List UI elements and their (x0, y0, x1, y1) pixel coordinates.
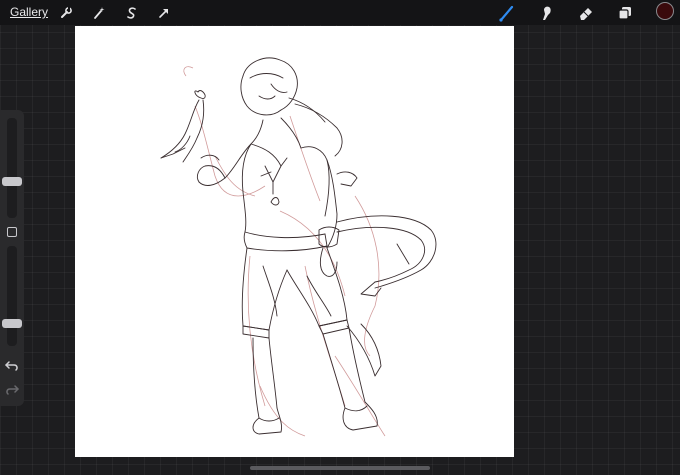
sketch-artwork (160, 57, 437, 437)
eraser-icon[interactable] (576, 3, 596, 23)
magic-wand-icon[interactable] (89, 3, 109, 23)
wrench-icon[interactable] (56, 3, 76, 23)
left-sidebar (0, 110, 24, 406)
smudge-icon[interactable] (536, 3, 556, 23)
brush-size-handle[interactable] (2, 177, 22, 187)
home-indicator (250, 466, 430, 470)
undo-icon[interactable] (4, 359, 20, 373)
redo-icon[interactable] (4, 383, 20, 397)
layers-icon[interactable] (615, 3, 635, 23)
opacity-slider[interactable] (7, 246, 17, 346)
drawing-canvas[interactable] (75, 26, 514, 457)
square-modify-icon[interactable] (7, 227, 17, 237)
arrow-cursor-icon[interactable] (154, 3, 174, 23)
color-picker-swatch[interactable] (656, 2, 674, 20)
procreate-app: Gallery (0, 0, 680, 475)
gallery-button[interactable]: Gallery (10, 5, 48, 19)
selection-s-icon[interactable] (122, 3, 142, 23)
opacity-handle[interactable] (2, 318, 22, 328)
top-toolbar: Gallery (0, 0, 680, 25)
character-sketch (160, 57, 437, 435)
brush-icon[interactable] (497, 3, 517, 23)
brush-size-slider[interactable] (7, 118, 17, 218)
